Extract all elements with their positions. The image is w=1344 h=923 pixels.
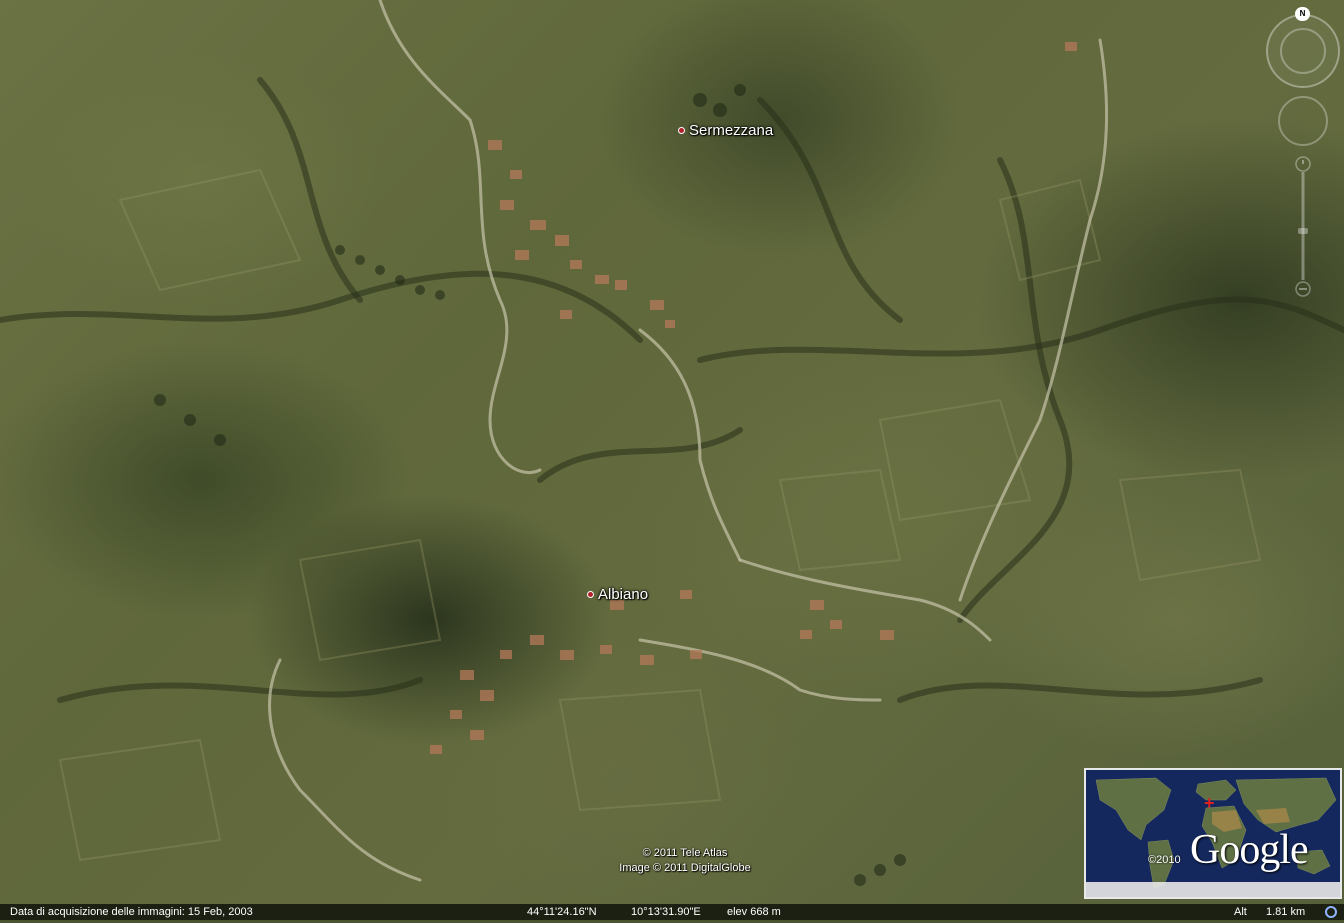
- overview-copyright-year: ©2010: [1148, 854, 1181, 866]
- place-label: Sermezzana: [689, 122, 774, 139]
- place-label: Albiano: [598, 586, 649, 603]
- place-marker-albiano[interactable]: Albiano: [587, 586, 648, 603]
- place-dot-icon: [587, 591, 594, 598]
- google-logo: Google: [1190, 827, 1309, 873]
- longitude-readout: 10°13'31.90"E: [631, 906, 701, 918]
- altitude-value: 1.81 km: [1266, 906, 1306, 918]
- look-joystick-icon[interactable]: [1278, 96, 1328, 146]
- status-bar: Data di acquisizione delle immagini: 15 …: [0, 904, 1344, 920]
- streaming-indicator-icon: [1324, 906, 1338, 918]
- overview-map[interactable]: + ©2010 Google: [1084, 768, 1342, 899]
- north-indicator[interactable]: N: [1295, 7, 1310, 21]
- imagery-date: Data di acquisizione delle immagini: 15 …: [10, 906, 253, 918]
- copyright-line: Image © 2011 DigitalGlobe: [619, 862, 751, 874]
- copyright-line: © 2011 Tele Atlas: [642, 847, 728, 859]
- compass-center[interactable]: [1280, 28, 1326, 74]
- zoom-slider-icon[interactable]: [1295, 156, 1311, 298]
- latitude-readout: 44°11'24.16"N: [527, 906, 597, 918]
- current-location-crosshair-icon: +: [1204, 793, 1215, 813]
- elevation-readout: elev 668 m: [727, 906, 781, 918]
- place-marker-sermezzana[interactable]: Sermezzana: [678, 122, 773, 139]
- map-copyright: © 2011 Tele Atlas Image © 2011 DigitalGl…: [560, 846, 810, 876]
- place-dot-icon: [678, 127, 685, 134]
- altitude-label: Alt: [1234, 906, 1247, 918]
